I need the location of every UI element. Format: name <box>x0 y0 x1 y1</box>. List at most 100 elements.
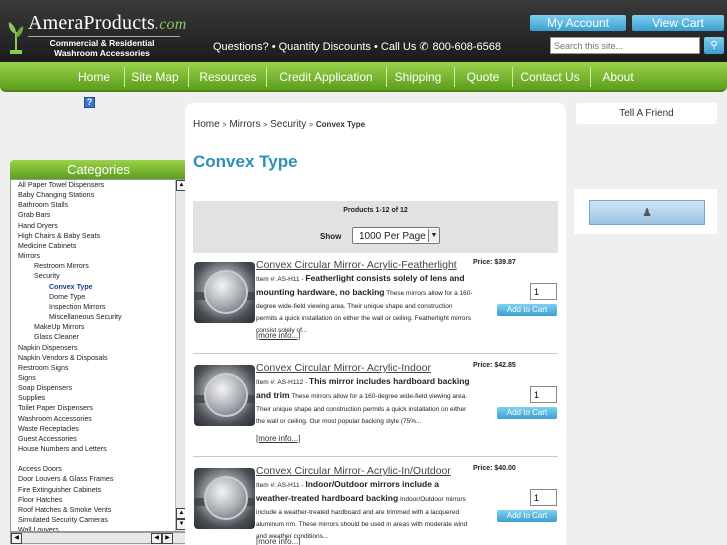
logo-divider <box>28 36 180 37</box>
breadcrumb: Home > Mirrors > Security > Convex Type <box>193 119 366 130</box>
categories-panel: All Paper Towel Dispensers Baby Changing … <box>10 179 187 532</box>
category-item[interactable]: Wall Louvers <box>11 525 175 531</box>
add-to-cart-button[interactable]: Add to Cart <box>497 407 557 419</box>
help-icon[interactable]: ? <box>84 97 95 108</box>
category-item[interactable]: Fire Extinguisher Cabinets <box>11 485 175 495</box>
category-item[interactable]: Washroom Accessories <box>11 414 175 424</box>
quantity-input[interactable] <box>530 283 557 300</box>
search-input[interactable] <box>550 37 700 54</box>
product-item-number: Item #: AS-H11 <box>256 276 300 283</box>
mirror-dome <box>204 270 248 314</box>
category-item[interactable]: Mirrors <box>11 251 175 261</box>
nav-item-credit-application[interactable]: Credit Application <box>266 62 386 92</box>
category-item[interactable]: Glass Cleaner <box>11 332 175 342</box>
product-name-link[interactable]: Convex Circular Mirror- Acrylic-Featherl… <box>256 259 457 271</box>
product-price: Price: $42.85 <box>473 362 516 369</box>
breadcrumb-mirrors[interactable]: Mirrors <box>229 119 260 130</box>
main-nav: Home Site Map Resources Credit Application S… <box>0 62 727 92</box>
category-item[interactable]: Signs <box>11 373 175 383</box>
product-price: Price: $40.00 <box>473 465 516 472</box>
quantity-input[interactable] <box>530 489 557 506</box>
category-item[interactable]: Medicine Cabinets <box>11 241 175 251</box>
category-item[interactable]: High Chairs & Baby Seats <box>11 231 175 241</box>
scroll-left-arrow-icon[interactable]: ◀ <box>11 533 22 544</box>
category-item[interactable]: Restroom Mirrors <box>11 261 175 271</box>
category-item[interactable]: Roof Hatches & Smoke Vents <box>11 505 175 515</box>
product-row: Convex Circular Mirror- Acrylic-In/Outdo… <box>193 463 558 545</box>
right-panel: ♟ <box>574 189 717 234</box>
category-item[interactable]: Napkin Vendors & Disposals <box>11 353 175 363</box>
nav-item-contact-us[interactable]: Contact Us <box>512 62 588 92</box>
per-page-select[interactable]: 1000 Per Page ▼ <box>352 227 440 244</box>
product-divider <box>193 353 558 354</box>
product-image[interactable] <box>194 468 255 529</box>
mirror-dome <box>204 476 248 520</box>
category-item[interactable]: Supplies <box>11 393 175 403</box>
nav-item-shipping[interactable]: Shipping <box>388 62 448 92</box>
category-item[interactable]: Soap Dispensers <box>11 383 175 393</box>
product-description: Item #: AS-H11 - Indoor/Outdoor mirrors … <box>256 479 468 541</box>
nav-item-resources[interactable]: Resources <box>192 62 264 92</box>
category-item[interactable]: Grab Bars <box>11 210 175 220</box>
add-to-cart-button[interactable]: Add to Cart <box>497 304 557 316</box>
category-item[interactable]: Waste Receptacles <box>11 424 175 434</box>
product-image[interactable] <box>194 365 255 426</box>
product-name-link[interactable]: Convex Circular Mirror- Acrylic-In/Outdo… <box>256 465 451 477</box>
category-item[interactable]: Door Louvers & Glass Frames <box>11 474 175 484</box>
category-item[interactable]: All Paper Towel Dispensers <box>11 180 175 190</box>
category-spacer <box>11 454 175 464</box>
category-item[interactable]: Toilet Paper Dispensers <box>11 403 175 413</box>
chevron-down-icon: ▼ <box>428 229 439 242</box>
tell-a-friend-link[interactable]: Tell A Friend <box>576 103 717 124</box>
page-title: Convex Type <box>193 152 298 171</box>
scroll-right-arrow-icon[interactable]: ▶ <box>162 533 173 544</box>
category-item[interactable]: Inspection Mirrors <box>11 302 175 312</box>
breadcrumb-security[interactable]: Security <box>270 119 306 130</box>
product-description: Item #: AS-H11 - Featherlight consists s… <box>256 273 473 335</box>
product-description: Item #: AS-H112 - This mirror includes h… <box>256 376 470 425</box>
site-header: AmeraProducts.com Commercial & Residenti… <box>0 0 727 62</box>
logo-tagline: Commercial & Residential Washroom Access… <box>49 38 155 58</box>
phone-number[interactable]: 800-608-6568 <box>432 41 501 53</box>
site-logo[interactable]: AmeraProducts.com Commercial & Residenti… <box>6 12 186 60</box>
category-item[interactable]: MakeUp Mirrors <box>11 322 175 332</box>
category-item[interactable]: Security <box>11 271 175 281</box>
product-image[interactable] <box>194 262 255 323</box>
categories-horizontal-scrollbar[interactable]: ◀ ◀ ▶ <box>10 532 187 544</box>
breadcrumb-home[interactable]: Home <box>193 119 220 130</box>
product-price: Price: $39.87 <box>473 259 516 266</box>
category-item[interactable]: Baby Changing Stations <box>11 190 175 200</box>
account-button[interactable]: ♟ <box>589 200 705 225</box>
my-account-button[interactable]: My Account <box>530 15 626 31</box>
category-item[interactable]: Bathroom Stalls <box>11 200 175 210</box>
category-item[interactable]: Convex Type <box>11 282 175 292</box>
category-item[interactable]: Dome Type <box>11 292 175 302</box>
nav-item-site-map[interactable]: Site Map <box>124 62 186 92</box>
category-item[interactable]: Access Doors <box>11 464 175 474</box>
category-item[interactable]: Floor Hatches <box>11 495 175 505</box>
more-info-link[interactable]: [more info...] <box>256 331 300 340</box>
nav-item-quote[interactable]: Quote <box>456 62 510 92</box>
more-info-link[interactable]: [more info...] <box>256 434 300 443</box>
quantity-input[interactable] <box>530 386 557 403</box>
category-item[interactable]: Restroom Signs <box>11 363 175 373</box>
category-item[interactable]: Hand Dryers <box>11 221 175 231</box>
brand-name: AmeraProducts.com <box>28 12 187 34</box>
category-item[interactable]: Simulated Security Cameras <box>11 515 175 525</box>
plant-icon <box>8 22 24 54</box>
search-icon: ⚲ <box>710 40 718 51</box>
nav-item-home[interactable]: Home <box>64 62 124 92</box>
more-info-link[interactable]: [more info...] <box>256 537 300 545</box>
add-to-cart-button[interactable]: Add to Cart <box>497 510 557 522</box>
scroll-left-arrow-icon[interactable]: ◀ <box>151 533 162 544</box>
category-item[interactable]: Napkin Dispensers <box>11 343 175 353</box>
phone-icon: ✆ <box>419 41 429 53</box>
nav-item-about[interactable]: About <box>592 62 644 92</box>
category-item[interactable]: House Numbers and Letters <box>11 444 175 454</box>
category-item[interactable]: Miscellaneous Security <box>11 312 175 322</box>
category-item[interactable]: Guest Accessories <box>11 434 175 444</box>
nav-separator <box>590 67 591 87</box>
search-button[interactable]: ⚲ <box>704 37 724 54</box>
view-cart-button[interactable]: View Cart <box>632 15 724 31</box>
product-name-link[interactable]: Convex Circular Mirror- Acrylic-Indoor <box>256 362 431 374</box>
